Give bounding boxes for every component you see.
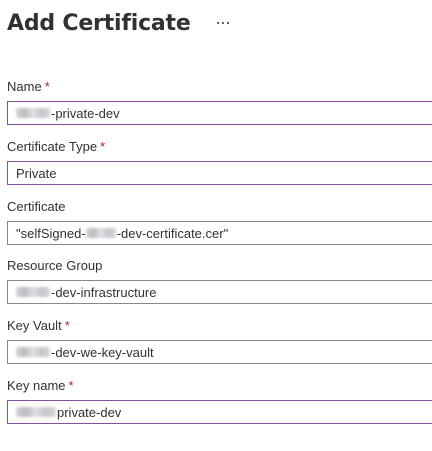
key-vault-label: Key Vault *: [7, 318, 70, 333]
certificate-type-input[interactable]: Private: [7, 161, 432, 185]
key-name-field-group: Key name * private-dev: [7, 378, 432, 424]
required-indicator: *: [100, 139, 106, 154]
name-input[interactable]: -private-dev: [7, 101, 432, 125]
certificate-type-label: Certificate Type *: [7, 139, 106, 154]
page-title: Add Certificate: [7, 10, 191, 36]
add-certificate-pane: Add Certificate Name * -private-dev Certi…: [0, 0, 432, 451]
redacted-text: [16, 407, 56, 417]
certificate-label: Certificate: [7, 199, 66, 214]
key-name-input[interactable]: private-dev: [7, 400, 432, 424]
required-indicator: *: [64, 318, 70, 333]
more-options-button[interactable]: [213, 13, 233, 33]
key-name-value: private-dev: [57, 404, 122, 420]
resource-group-label: Resource Group: [7, 258, 103, 273]
required-indicator: *: [68, 378, 74, 393]
certificate-type-value: Private: [16, 165, 57, 181]
resource-group-input[interactable]: -dev-infrastructure: [7, 280, 432, 304]
required-indicator: *: [44, 79, 50, 94]
key-name-label: Key name *: [7, 378, 74, 393]
ellipsis-icon: [216, 22, 229, 24]
certificate-field-group: Certificate "selfSigned- -dev-certificate…: [7, 199, 432, 245]
title-row: Add Certificate: [7, 7, 233, 39]
certificate-type-field-group: Certificate Type * Private: [7, 139, 432, 185]
key-vault-input[interactable]: -dev-we-key-vault: [7, 340, 432, 364]
redacted-text: [16, 108, 50, 118]
key-vault-value: -dev-we-key-vault: [51, 344, 154, 360]
certificate-value-suffix: -dev-certificate.cer": [116, 225, 229, 241]
redacted-text: [16, 287, 50, 297]
name-value: -private-dev: [51, 105, 120, 121]
resource-group-value: -dev-infrastructure: [51, 284, 157, 300]
key-vault-field-group: Key Vault * -dev-we-key-vault: [7, 318, 432, 364]
certificate-value-prefix: "selfSigned-: [16, 225, 86, 241]
redacted-text: [85, 228, 116, 238]
resource-group-field-group: Resource Group -dev-infrastructure: [7, 258, 432, 304]
redacted-text: [16, 347, 50, 357]
name-label: Name *: [7, 79, 50, 94]
certificate-input[interactable]: "selfSigned- -dev-certificate.cer": [7, 221, 432, 245]
name-field-group: Name * -private-dev: [7, 79, 432, 125]
